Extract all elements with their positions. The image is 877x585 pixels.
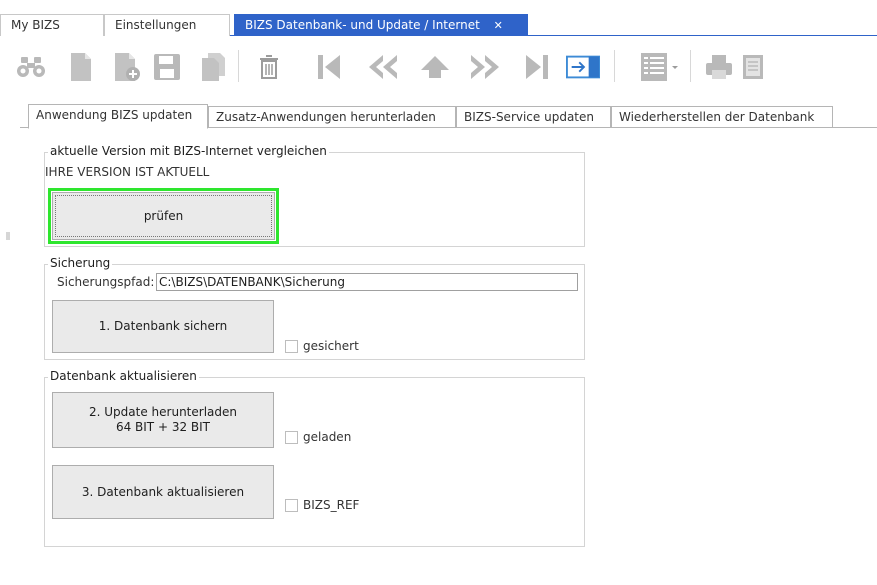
list-view-icon[interactable] bbox=[638, 50, 684, 84]
button-label: prüfen bbox=[143, 208, 184, 223]
tab-bizs-service[interactable]: BIZS-Service updaten bbox=[456, 106, 611, 128]
tab-label: My BIZS bbox=[11, 18, 60, 32]
tab-wiederherstellen[interactable]: Wiederherstellen der Datenbank bbox=[611, 106, 833, 128]
button-label: 1. Datenbank sichern bbox=[98, 319, 228, 333]
check-version-button[interactable]: prüfen bbox=[48, 188, 279, 244]
panel-splitter-handle[interactable] bbox=[6, 232, 10, 240]
checkbox-label: BIZS_REF bbox=[303, 498, 360, 512]
up-icon[interactable] bbox=[418, 50, 452, 84]
button-label: 2. Update herunterladen 64 BIT + 32 BIT bbox=[89, 405, 237, 434]
tab-label: BIZS-Service updaten bbox=[464, 110, 594, 124]
copy-icon[interactable] bbox=[196, 50, 230, 84]
tab-label: Zusatz-Anwendungen herunterladen bbox=[216, 110, 436, 124]
tab-label: Wiederherstellen der Datenbank bbox=[619, 110, 815, 124]
document-tab-bar: My BIZS Einstellungen BIZS Datenbank- un… bbox=[0, 0, 877, 40]
first-record-icon[interactable] bbox=[312, 50, 346, 84]
downloaded-checkbox[interactable]: geladen bbox=[285, 430, 351, 444]
new-document-icon[interactable] bbox=[64, 50, 98, 84]
group-title: Datenbank aktualisieren bbox=[48, 369, 199, 383]
tab-datenbank-update[interactable]: BIZS Datenbank- und Update / Internet ✕ bbox=[234, 14, 528, 36]
download-update-button[interactable]: 2. Update herunterladen 64 BIT + 32 BIT bbox=[52, 392, 274, 448]
tab-my-bizs[interactable]: My BIZS bbox=[0, 14, 104, 36]
update-tab-bar: Anwendung BIZS updaten Zusatz-Anwendunge… bbox=[20, 104, 877, 129]
backup-path-label: Sicherungspfad: bbox=[57, 275, 155, 289]
version-status: IHRE VERSION IST AKTUELL bbox=[45, 165, 210, 179]
previous-page-icon[interactable] bbox=[366, 50, 400, 84]
checkbox-label: geladen bbox=[303, 430, 352, 444]
button-label: 3. Datenbank aktualisieren bbox=[81, 484, 245, 499]
tab-label: Anwendung BIZS updaten bbox=[36, 108, 193, 122]
backup-path-field[interactable]: C:\BIZS\DATENBANK\Sicherung bbox=[156, 273, 578, 291]
checkbox-box[interactable] bbox=[285, 498, 298, 512]
report-icon[interactable] bbox=[736, 50, 770, 84]
checkbox-box[interactable] bbox=[285, 430, 298, 444]
update-database-button[interactable]: 3. Datenbank aktualisieren bbox=[52, 465, 274, 519]
toolbar-separator bbox=[690, 50, 691, 82]
bizs-ref-checkbox[interactable]: BIZS_REF bbox=[285, 498, 359, 512]
checkbox-box[interactable] bbox=[285, 339, 298, 353]
checkbox-label: gesichert bbox=[303, 339, 359, 353]
backup-database-button[interactable]: 1. Datenbank sichern bbox=[52, 300, 274, 353]
tab-label: Einstellungen bbox=[115, 18, 197, 32]
backed-up-checkbox[interactable]: gesichert bbox=[285, 339, 359, 353]
tab-anwendung-updaten[interactable]: Anwendung BIZS updaten bbox=[28, 104, 208, 129]
toolbar bbox=[0, 40, 877, 100]
delete-icon[interactable] bbox=[252, 50, 286, 84]
next-page-icon[interactable] bbox=[468, 50, 502, 84]
tab-einstellungen[interactable]: Einstellungen bbox=[104, 14, 230, 36]
add-document-icon[interactable] bbox=[110, 50, 144, 84]
toolbar-separator bbox=[238, 50, 239, 82]
toolbar-separator bbox=[614, 50, 615, 82]
group-title: Sicherung bbox=[48, 256, 113, 270]
save-icon[interactable] bbox=[150, 50, 184, 84]
print-icon[interactable] bbox=[702, 50, 736, 84]
tab-zusatz-anwendungen[interactable]: Zusatz-Anwendungen herunterladen bbox=[208, 106, 456, 128]
tab-label: BIZS Datenbank- und Update / Internet bbox=[245, 18, 480, 32]
last-record-icon[interactable] bbox=[520, 50, 554, 84]
group-title: aktuelle Version mit BIZS-Internet vergl… bbox=[48, 144, 329, 158]
close-icon[interactable]: ✕ bbox=[494, 19, 503, 32]
binoculars-icon[interactable] bbox=[14, 50, 48, 84]
exit-icon[interactable] bbox=[566, 50, 600, 84]
